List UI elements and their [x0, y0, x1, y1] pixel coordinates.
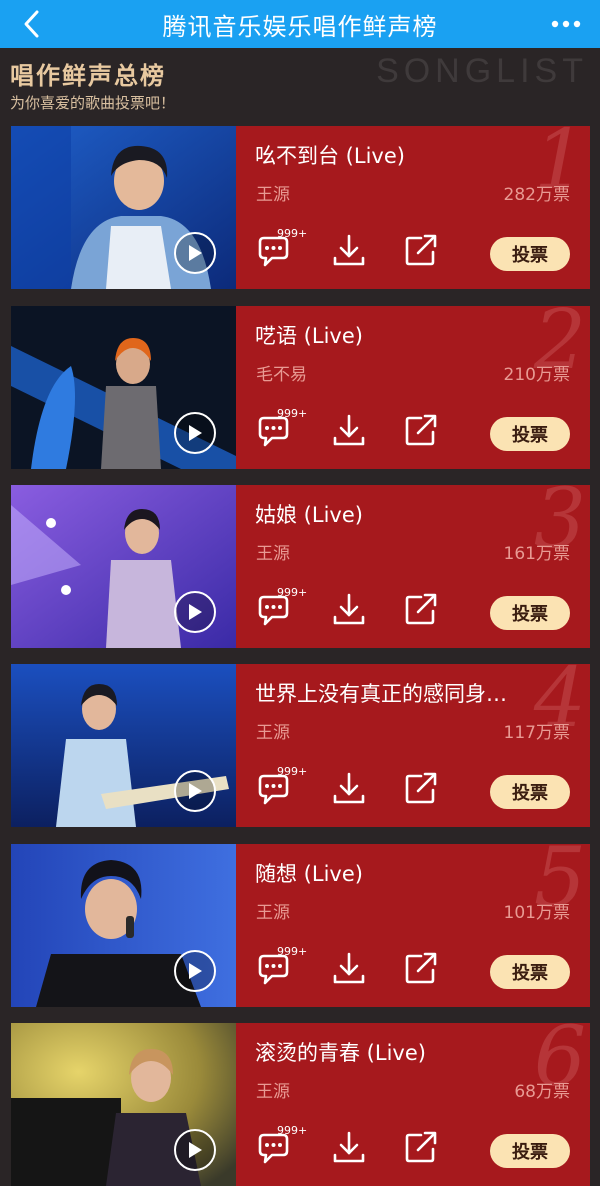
play-button[interactable] — [174, 770, 216, 812]
play-icon — [189, 425, 202, 441]
more-button[interactable] — [546, 6, 586, 42]
comment-count-badge: 999+ — [277, 765, 308, 778]
share-button[interactable] — [401, 230, 441, 270]
share-button[interactable] — [401, 1127, 441, 1167]
vote-button[interactable]: 投票 — [490, 596, 570, 630]
chevron-left-icon — [24, 10, 39, 38]
song-title: 世界上没有真正的感同身… — [255, 682, 507, 706]
vote-button[interactable]: 投票 — [490, 417, 570, 451]
comment-button[interactable]: 999+ — [255, 227, 315, 270]
play-button[interactable] — [174, 591, 216, 633]
vote-count: 282万票 — [503, 185, 570, 205]
download-icon — [333, 414, 365, 446]
download-button[interactable] — [329, 768, 369, 808]
share-button[interactable] — [401, 589, 441, 629]
vote-count: 161万票 — [503, 544, 570, 564]
play-button[interactable] — [174, 412, 216, 454]
vote-count: 68万票 — [514, 1082, 570, 1102]
share-icon — [405, 1131, 437, 1163]
download-icon — [333, 234, 365, 266]
play-button[interactable] — [174, 950, 216, 992]
download-icon — [333, 952, 365, 984]
board-title: 唱作鲜声总榜 — [10, 62, 166, 90]
song-title: 随想 (Live) — [255, 862, 363, 886]
song-card[interactable]: 1 吆不到台 (Live) 王源 282万票 999+ 投票 — [11, 120, 590, 289]
play-icon — [189, 245, 202, 261]
vote-count: 210万票 — [503, 365, 570, 385]
share-icon — [405, 414, 437, 446]
song-title: 呓语 (Live) — [255, 324, 363, 348]
song-artist: 毛不易 — [256, 365, 307, 385]
page-title: 腾讯音乐娱乐唱作鲜声榜 — [162, 12, 438, 41]
download-button[interactable] — [329, 589, 369, 629]
play-button[interactable] — [174, 1129, 216, 1171]
song-artist: 王源 — [256, 903, 290, 923]
song-card[interactable]: 2 呓语 (Live) 毛不易 210万票 999+ 投票 — [11, 300, 590, 469]
share-button[interactable] — [401, 768, 441, 808]
download-button[interactable] — [329, 410, 369, 450]
comment-count-badge: 999+ — [277, 586, 308, 599]
song-card[interactable]: 4 世界上没有真正的感同身… 王源 117万票 999+ 投票 — [11, 658, 590, 827]
share-icon — [405, 952, 437, 984]
vote-button[interactable]: 投票 — [490, 1134, 570, 1168]
vote-count: 101万票 — [503, 903, 570, 923]
song-cover[interactable] — [11, 126, 236, 289]
vote-count: 117万票 — [503, 723, 570, 743]
share-icon — [405, 593, 437, 625]
comment-count-badge: 999+ — [277, 227, 308, 240]
play-icon — [189, 1142, 202, 1158]
download-icon — [333, 772, 365, 804]
comment-count-badge: 999+ — [277, 945, 308, 958]
play-icon — [189, 963, 202, 979]
board-watermark: SONGLIST — [376, 52, 588, 90]
comment-button[interactable]: 999+ — [255, 765, 315, 808]
song-cover[interactable] — [11, 664, 236, 827]
song-title: 姑娘 (Live) — [255, 503, 363, 527]
ellipsis-icon — [551, 20, 581, 28]
vote-button[interactable]: 投票 — [490, 775, 570, 809]
comment-count-badge: 999+ — [277, 1124, 308, 1137]
song-cover[interactable] — [11, 306, 236, 469]
share-icon — [405, 772, 437, 804]
board-subtitle: 为你喜爱的歌曲投票吧！ — [10, 94, 176, 112]
download-button[interactable] — [329, 230, 369, 270]
play-icon — [189, 604, 202, 620]
download-icon — [333, 1131, 365, 1163]
navbar: 腾讯音乐娱乐唱作鲜声榜 — [0, 0, 600, 48]
song-title: 吆不到台 (Live) — [255, 144, 405, 168]
song-title: 滚烫的青春 (Live) — [255, 1041, 426, 1065]
song-card[interactable]: 5 随想 (Live) 王源 101万票 999+ 投票 — [11, 838, 590, 1007]
song-cover[interactable] — [11, 1023, 236, 1186]
song-artist: 王源 — [256, 723, 290, 743]
song-card[interactable]: 6 滚烫的青春 (Live) 王源 68万票 999+ 投票 — [11, 1017, 590, 1186]
play-button[interactable] — [174, 232, 216, 274]
comment-count-badge: 999+ — [277, 407, 308, 420]
share-button[interactable] — [401, 410, 441, 450]
song-card[interactable]: 3 姑娘 (Live) 王源 161万票 999+ 投票 — [11, 479, 590, 648]
comment-button[interactable]: 999+ — [255, 945, 315, 988]
vote-button[interactable]: 投票 — [490, 955, 570, 989]
download-icon — [333, 593, 365, 625]
download-button[interactable] — [329, 948, 369, 988]
share-button[interactable] — [401, 948, 441, 988]
song-artist: 王源 — [256, 544, 290, 564]
vote-button[interactable]: 投票 — [490, 237, 570, 271]
download-button[interactable] — [329, 1127, 369, 1167]
comment-button[interactable]: 999+ — [255, 407, 315, 450]
song-artist: 王源 — [256, 1082, 290, 1102]
play-icon — [189, 783, 202, 799]
comment-button[interactable]: 999+ — [255, 586, 315, 629]
song-cover[interactable] — [11, 844, 236, 1007]
song-cover[interactable] — [11, 485, 236, 648]
board-header: 唱作鲜声总榜 SONGLIST 为你喜爱的歌曲投票吧！ — [0, 48, 600, 120]
back-button[interactable] — [14, 6, 50, 42]
song-artist: 王源 — [256, 185, 290, 205]
share-icon — [405, 234, 437, 266]
comment-button[interactable]: 999+ — [255, 1124, 315, 1167]
